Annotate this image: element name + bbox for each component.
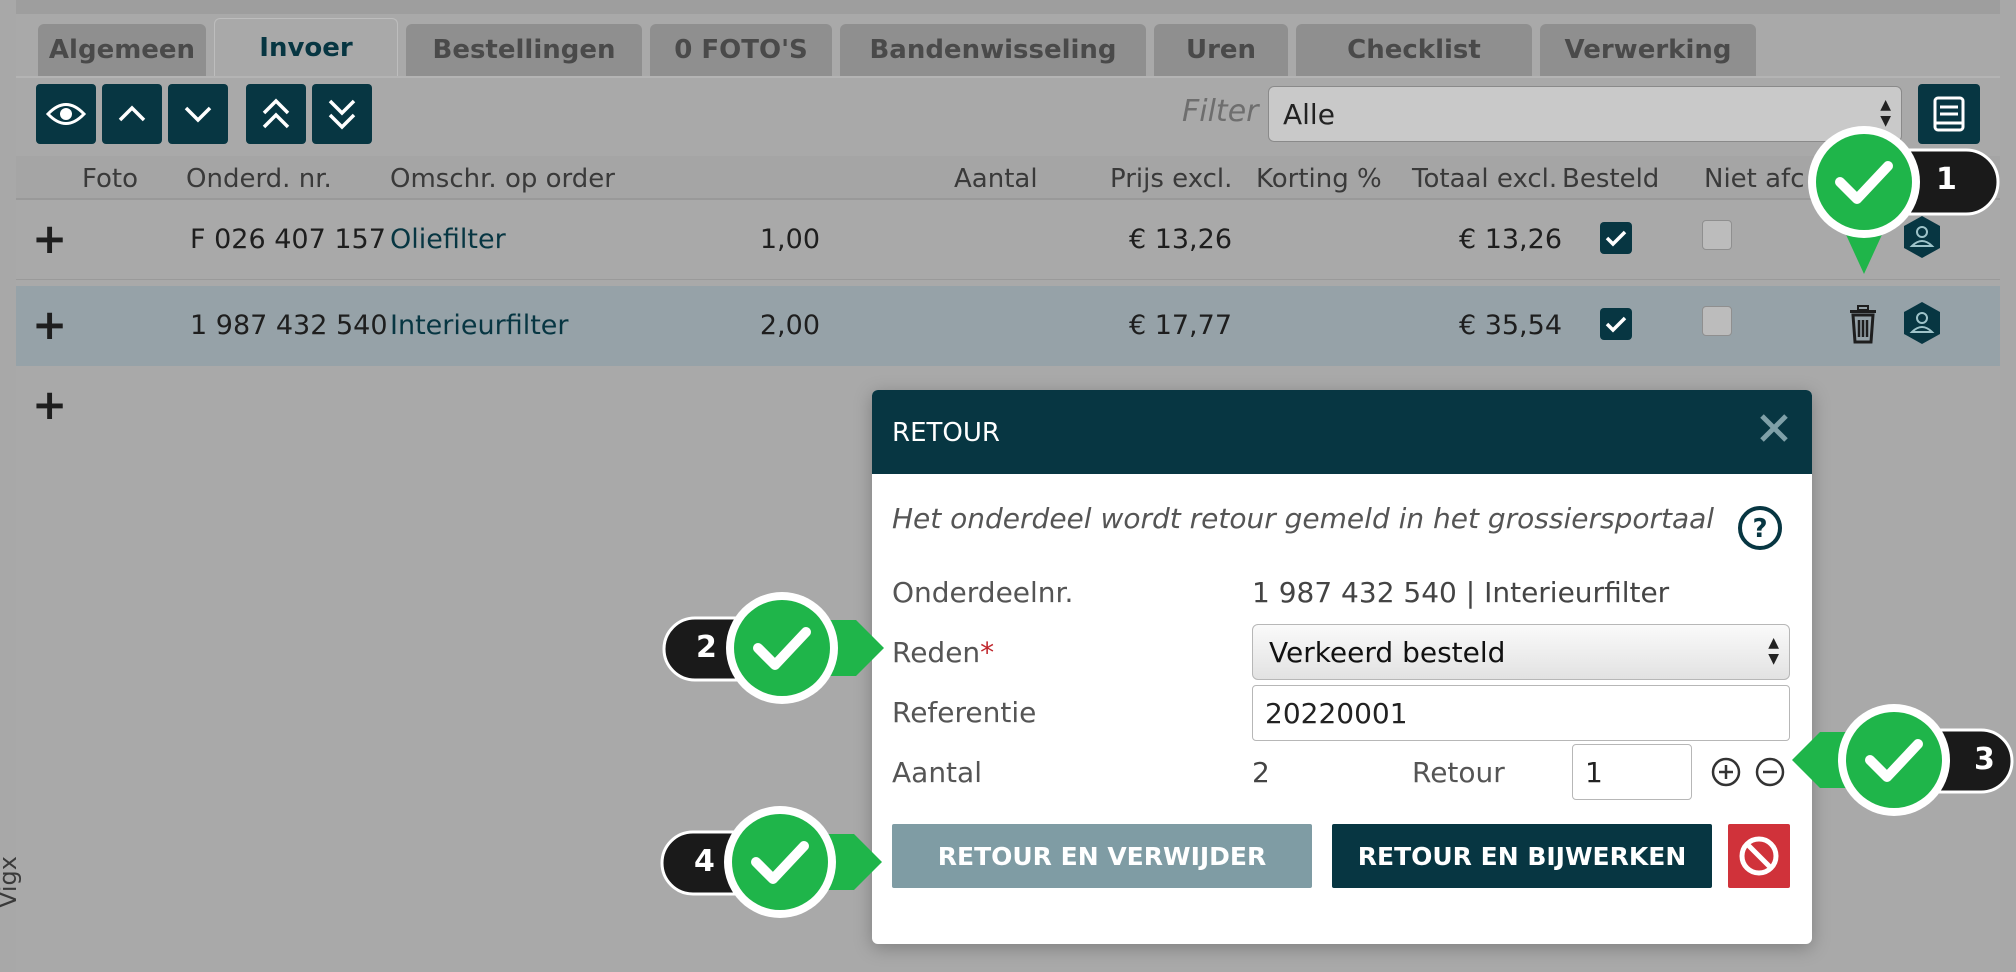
prohibited-icon xyxy=(1739,836,1779,876)
col-ordered: Besteld xyxy=(1562,164,1660,194)
select-arrows-icon: ▲ ▼ xyxy=(1768,635,1779,667)
filter-label: Filter xyxy=(1182,94,1259,129)
callout-number: 3 xyxy=(1974,742,1995,777)
col-part-no: Onderd. nr. xyxy=(186,164,332,194)
reason-label-text: Reden xyxy=(892,636,981,669)
row-quantity: 1,00 xyxy=(759,224,820,255)
supplier-icon[interactable] xyxy=(1902,300,1942,346)
move-down-button[interactable] xyxy=(168,84,228,144)
col-description: Omschr. op order xyxy=(390,164,615,194)
double-chevron-up-icon xyxy=(262,98,290,129)
table-row[interactable]: + F 026 407 157 Oliefilter 1,00 € 13,26 … xyxy=(16,200,2000,280)
row-total: € 35,54 xyxy=(1458,310,1562,341)
double-chevron-down-icon xyxy=(328,99,356,130)
callout-number: 2 xyxy=(696,630,717,665)
reason-select[interactable]: Verkeerd besteld ▲ ▼ xyxy=(1252,624,1790,680)
close-icon[interactable] xyxy=(1754,408,1794,448)
reason-label: Reden* xyxy=(892,636,994,669)
move-up-button[interactable] xyxy=(102,84,162,144)
tab-algemeen[interactable]: Algemeen xyxy=(38,24,206,76)
col-discount: Korting % xyxy=(1256,164,1382,194)
check-icon xyxy=(1605,316,1627,333)
expand-row-button[interactable]: + xyxy=(32,300,67,349)
return-label: Retour xyxy=(1412,756,1505,789)
quantity-value: 2 xyxy=(1252,756,1270,789)
required-marker: * xyxy=(980,636,995,669)
not-delivered-checkbox[interactable] xyxy=(1702,306,1732,336)
chevron-down-icon xyxy=(184,106,212,123)
expand-row-button[interactable]: + xyxy=(32,214,67,263)
callout-3: 3 xyxy=(1790,702,2016,822)
reference-input[interactable]: 20220001 xyxy=(1252,685,1790,741)
part-number-label: Onderdeelnr. xyxy=(892,576,1074,609)
svg-text:?: ? xyxy=(1752,514,1767,544)
side-label: Vigx xyxy=(0,856,22,908)
view-button[interactable] xyxy=(36,84,96,144)
check-icon xyxy=(1605,230,1627,247)
check-callout-icon xyxy=(662,592,884,704)
row-part-no: F 026 407 157 xyxy=(190,224,386,255)
tab-checklist[interactable]: Checklist xyxy=(1296,24,1532,76)
return-and-update-button[interactable]: RETOUR EN BIJWERKEN xyxy=(1332,824,1712,888)
minus-circle-icon[interactable] xyxy=(1754,756,1786,788)
col-price: Prijs excl. xyxy=(1110,164,1233,194)
return-quantity-input[interactable]: 1 xyxy=(1572,744,1692,800)
callout-2: 2 xyxy=(660,590,886,710)
move-bottom-button[interactable] xyxy=(312,84,372,144)
tab-fotos[interactable]: 0 FOTO'S xyxy=(650,24,832,76)
row-description[interactable]: Oliefilter xyxy=(390,224,506,255)
col-not-delivered: Niet afc xyxy=(1704,164,1805,194)
callout-1: 1 xyxy=(1800,124,2016,288)
dialog-title: RETOUR xyxy=(892,418,1000,448)
trash-icon[interactable] xyxy=(1846,304,1880,344)
tab-divider xyxy=(16,76,2000,78)
dialog-description: Het onderdeel wordt retour gemeld in het… xyxy=(892,502,1715,535)
row-description[interactable]: Interieurfilter xyxy=(390,310,569,341)
row-price: € 13,26 xyxy=(1128,224,1232,255)
col-total: Totaal excl. xyxy=(1412,164,1558,194)
check-callout-icon xyxy=(660,806,882,918)
tab-uren[interactable]: Uren xyxy=(1154,24,1288,76)
table-row[interactable]: + 1 987 432 540 Interieurfilter 2,00 € 1… xyxy=(16,286,2000,366)
col-foto: Foto xyxy=(82,164,139,194)
callout-4: 4 xyxy=(658,804,884,924)
tab-bandenwisseling[interactable]: Bandenwisseling xyxy=(840,24,1146,76)
callout-number: 1 xyxy=(1936,162,1957,197)
tab-bestellingen[interactable]: Bestellingen xyxy=(406,24,642,76)
chevron-up-icon xyxy=(118,105,146,122)
reference-label: Referentie xyxy=(892,696,1037,729)
col-quantity: Aantal xyxy=(954,164,1038,194)
eye-icon xyxy=(46,103,86,125)
tab-invoer[interactable]: Invoer xyxy=(214,18,398,76)
help-icon[interactable]: ? xyxy=(1736,504,1784,552)
top-strip xyxy=(16,0,2000,14)
not-delivered-checkbox[interactable] xyxy=(1702,220,1732,250)
row-part-no: 1 987 432 540 xyxy=(190,310,388,341)
dialog-header: RETOUR xyxy=(872,390,1812,474)
quantity-label: Aantal xyxy=(892,756,982,789)
tab-verwerking[interactable]: Verwerking xyxy=(1540,24,1756,76)
reason-select-value: Verkeerd besteld xyxy=(1269,635,1506,669)
retour-dialog: RETOUR Het onderdeel wordt retour gemeld… xyxy=(872,390,1812,944)
row-quantity: 2,00 xyxy=(759,310,820,341)
return-and-delete-button[interactable]: RETOUR EN VERWIJDER xyxy=(892,824,1312,888)
table-header: Foto Onderd. nr. Omschr. op order Aantal… xyxy=(16,156,2000,200)
ordered-checkbox[interactable] xyxy=(1600,308,1632,340)
part-number-value: 1 987 432 540 | Interieurfilter xyxy=(1252,576,1670,609)
row-price: € 17,77 xyxy=(1128,310,1232,341)
check-callout-icon xyxy=(1808,126,2000,274)
move-top-button[interactable] xyxy=(246,84,306,144)
filter-select-value: Alle xyxy=(1283,97,1335,131)
cancel-button[interactable] xyxy=(1728,824,1790,888)
row-total: € 13,26 xyxy=(1458,224,1562,255)
callout-number: 4 xyxy=(694,844,715,879)
ordered-checkbox[interactable] xyxy=(1600,222,1632,254)
add-row-button[interactable]: + xyxy=(32,380,67,429)
plus-circle-icon[interactable] xyxy=(1710,756,1742,788)
